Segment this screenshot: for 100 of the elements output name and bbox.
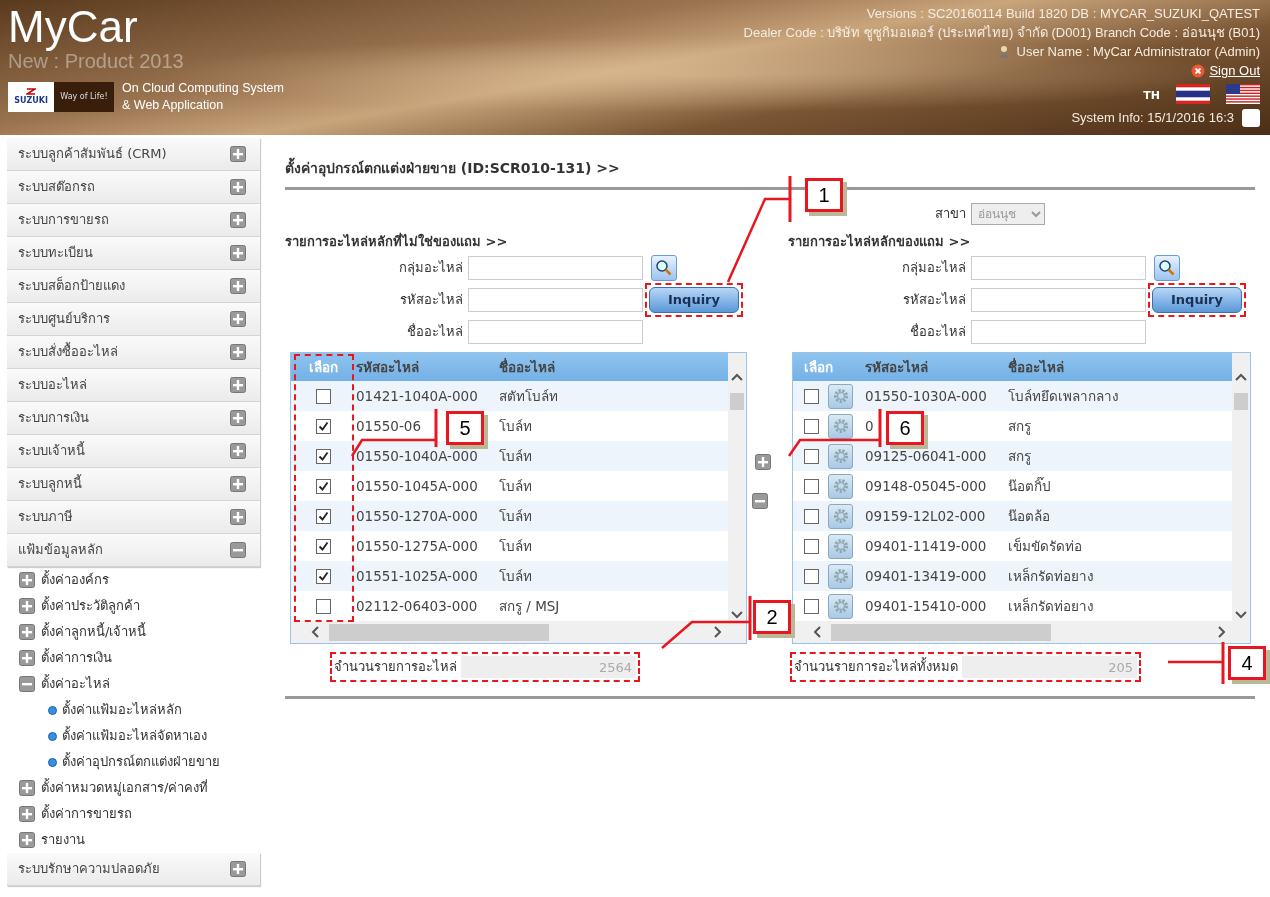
tree-item[interactable]: ตั้งค่าประวัติลูกค้า: [0, 593, 260, 619]
plus-icon[interactable]: [19, 832, 35, 848]
scrollbar-thumb[interactable]: [329, 624, 549, 641]
sidebar-item[interactable]: ระบบการเงิน: [7, 402, 260, 435]
us-flag-icon[interactable]: [1226, 84, 1260, 104]
checkbox[interactable]: [316, 418, 331, 434]
plus-icon[interactable]: [230, 377, 246, 393]
search-button[interactable]: [651, 255, 677, 281]
chevron-down-icon[interactable]: [731, 611, 743, 619]
checkbox[interactable]: [316, 568, 331, 584]
settings-button[interactable]: [828, 533, 853, 559]
sign-out-link[interactable]: Sign Out: [1209, 61, 1260, 80]
chevron-up-icon[interactable]: [731, 373, 743, 381]
plus-icon[interactable]: [19, 624, 35, 640]
input-field[interactable]: [468, 320, 643, 344]
plus-icon[interactable]: [230, 311, 246, 327]
plus-icon[interactable]: [230, 146, 246, 162]
tree-item[interactable]: ตั้งค่าอะไหล่: [0, 671, 260, 697]
checkbox[interactable]: [804, 538, 819, 554]
chevron-left-icon[interactable]: [813, 626, 821, 638]
settings-button[interactable]: [828, 503, 853, 529]
input-field[interactable]: [468, 256, 643, 280]
plus-icon[interactable]: [230, 212, 246, 228]
checkbox[interactable]: [804, 508, 819, 524]
sidebar-item[interactable]: ระบบทะเบียน: [7, 237, 260, 270]
sidebar-item[interactable]: ระบบอะไหล่: [7, 369, 260, 402]
plus-icon[interactable]: [19, 780, 35, 796]
scrollbar-thumb[interactable]: [831, 624, 1051, 641]
minus-icon[interactable]: [230, 542, 246, 558]
tree-item[interactable]: ตั้งค่าลูกหนี้/เจ้าหนี้: [0, 619, 260, 645]
plus-icon[interactable]: [230, 245, 246, 261]
settings-button[interactable]: [828, 443, 853, 469]
plus-icon[interactable]: [19, 806, 35, 822]
plus-icon[interactable]: [19, 650, 35, 666]
horizontal-scrollbar[interactable]: [793, 621, 1250, 643]
settings-button[interactable]: [828, 563, 853, 589]
plus-icon[interactable]: [230, 344, 246, 360]
checkbox[interactable]: [316, 598, 331, 614]
plus-icon[interactable]: [230, 278, 246, 294]
checkbox[interactable]: [316, 478, 331, 494]
add-button[interactable]: [752, 451, 774, 473]
plus-icon[interactable]: [230, 861, 246, 877]
sidebar-item[interactable]: ระบบรักษาความปลอดภัย: [7, 853, 260, 886]
checkbox[interactable]: [804, 598, 819, 614]
checkbox[interactable]: [316, 448, 331, 464]
sidebar-item[interactable]: แฟ้มข้อมูลหลัก: [7, 534, 260, 567]
inquiry-button[interactable]: Inquiry: [649, 287, 739, 313]
tree-item[interactable]: ตั้งค่าการขายรถ: [0, 801, 260, 827]
input-field[interactable]: [971, 320, 1146, 344]
inquiry-button[interactable]: Inquiry: [1152, 287, 1242, 313]
horizontal-scrollbar[interactable]: [291, 621, 746, 643]
thai-flag-icon[interactable]: [1176, 84, 1210, 104]
checkbox[interactable]: [804, 568, 819, 584]
chevron-right-icon[interactable]: [714, 626, 722, 638]
vertical-scrollbar[interactable]: [728, 353, 746, 621]
tree-item[interactable]: ตั้งค่าองค์กร: [0, 567, 260, 593]
minus-icon[interactable]: [19, 676, 35, 692]
tree-item[interactable]: ตั้งค่าอุปกรณ์ตกแต่งฝ่ายขาย: [0, 749, 260, 775]
chevron-down-icon[interactable]: [1235, 611, 1247, 619]
vertical-scrollbar[interactable]: [1232, 353, 1250, 621]
checkbox[interactable]: [316, 538, 331, 554]
plus-icon[interactable]: [230, 410, 246, 426]
input-field[interactable]: [971, 256, 1146, 280]
scrollbar-thumb[interactable]: [730, 393, 744, 410]
tree-item[interactable]: รายงาน: [0, 827, 260, 853]
checkbox[interactable]: [1242, 108, 1260, 127]
settings-button[interactable]: [828, 413, 853, 439]
input-field[interactable]: [971, 288, 1146, 312]
plus-icon[interactable]: [230, 476, 246, 492]
sidebar-item[interactable]: ระบบภาษี: [7, 501, 260, 534]
settings-button[interactable]: [828, 473, 853, 499]
scrollbar-thumb[interactable]: [1234, 393, 1248, 410]
checkbox[interactable]: [316, 508, 331, 524]
plus-icon[interactable]: [230, 443, 246, 459]
sidebar-item[interactable]: ระบบศูนย์บริการ: [7, 303, 260, 336]
sidebar-item[interactable]: ระบบการขายรถ: [7, 204, 260, 237]
search-button[interactable]: [1154, 255, 1180, 281]
tree-item[interactable]: ตั้งค่าแฟ้มอะไหล่จัดหาเอง: [0, 723, 260, 749]
chevron-up-icon[interactable]: [1235, 373, 1247, 381]
sidebar-item[interactable]: ระบบเจ้าหนี้: [7, 435, 260, 468]
sidebar-item[interactable]: ระบบลูกหนี้: [7, 468, 260, 501]
remove-button[interactable]: [752, 493, 768, 509]
input-field[interactable]: [468, 288, 643, 312]
checkbox[interactable]: [804, 418, 819, 434]
chevron-right-icon[interactable]: [1218, 626, 1226, 638]
plus-icon[interactable]: [19, 572, 35, 588]
sidebar-item[interactable]: ระบบสต็อกป้ายแดง: [7, 270, 260, 303]
sidebar-item[interactable]: ระบบลูกค้าสัมพันธ์ (CRM): [7, 138, 260, 171]
plus-icon[interactable]: [19, 598, 35, 614]
checkbox[interactable]: [804, 478, 819, 494]
checkbox[interactable]: [804, 388, 819, 404]
tree-item[interactable]: ตั้งค่าการเงิน: [0, 645, 260, 671]
settings-button[interactable]: [828, 593, 853, 619]
settings-button[interactable]: [828, 383, 853, 409]
plus-icon[interactable]: [230, 509, 246, 525]
sidebar-item[interactable]: ระบบสั่งซื้ออะไหล่: [7, 336, 260, 369]
plus-icon[interactable]: [230, 179, 246, 195]
checkbox[interactable]: [804, 448, 819, 464]
chevron-left-icon[interactable]: [311, 626, 319, 638]
tree-item[interactable]: ตั้งค่าหมวดหมู่เอกสาร/ค่าคงที่: [0, 775, 260, 801]
